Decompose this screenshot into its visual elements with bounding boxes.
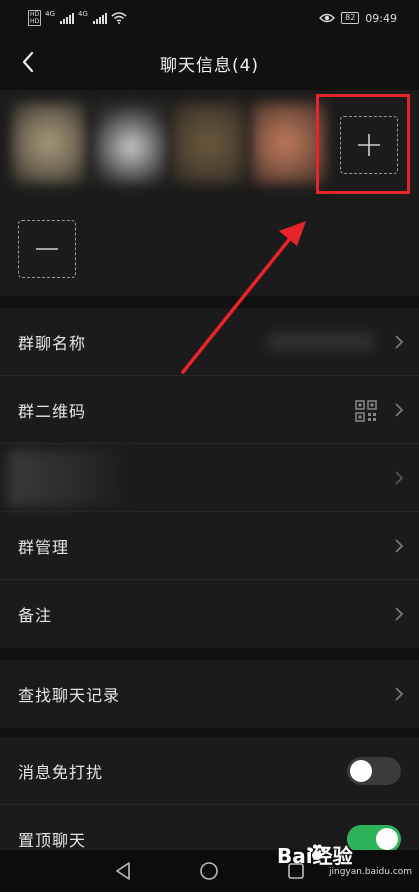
nav-bar: 聊天信息(4): [0, 36, 419, 90]
group-management-row[interactable]: 群管理: [0, 512, 419, 580]
settings-group-1: 群聊名称 群二维码 群管理 备注: [0, 308, 419, 648]
chevron-right-icon: [395, 687, 404, 701]
group-qr-code-row[interactable]: 群二维码: [0, 376, 419, 444]
chevron-right-icon: [395, 607, 404, 621]
chevron-right-icon: [395, 470, 404, 485]
member-avatar-4[interactable]: [252, 102, 326, 184]
hd-badge: HD HD: [28, 10, 42, 26]
page-title: 聊天信息(4): [159, 55, 260, 76]
remark-row[interactable]: 备注: [0, 580, 419, 648]
watermark-url: jingyan.baidu.com: [329, 867, 413, 877]
nav-home-icon: [200, 862, 219, 880]
paw-logo-icon: [309, 844, 326, 860]
eye-icon: [319, 13, 336, 23]
nav-back-button[interactable]: [112, 860, 134, 882]
group-name-value-blurred: [266, 332, 376, 352]
member-avatar-2[interactable]: [94, 102, 168, 184]
battery-indicator: 82: [341, 12, 360, 24]
baidu-jingyan-watermark: Bai经验 jingyan.baidu.com: [277, 838, 413, 888]
network-type-2: 4G: [78, 10, 88, 18]
network-type-1: 4G: [45, 10, 56, 18]
remove-member-button[interactable]: [18, 220, 76, 278]
nav-back-icon: [116, 862, 130, 880]
group-name-label: 群聊名称: [18, 333, 87, 353]
hd-top-label: HD: [30, 11, 40, 18]
signal-bars-1-icon: [60, 12, 75, 24]
status-right: 82 09:49: [319, 12, 397, 25]
mute-notifications-label: 消息免打扰: [18, 762, 104, 782]
search-chat-history-row[interactable]: 查找聊天记录: [0, 660, 419, 728]
mute-notifications-toggle[interactable]: [347, 756, 401, 785]
group-name-row[interactable]: 群聊名称: [0, 308, 419, 376]
chevron-right-icon: [395, 334, 404, 349]
blurred-content: [8, 450, 128, 506]
blurred-row[interactable]: [0, 444, 419, 512]
wifi-icon: [111, 12, 127, 24]
qr-code-icon: [355, 400, 377, 422]
remark-label: 备注: [18, 606, 53, 625]
search-chat-history-label: 查找聊天记录: [18, 686, 121, 705]
status-bar: HD HD 4G 4G 82 09:49: [0, 0, 419, 36]
minus-icon: [36, 248, 58, 250]
chevron-right-icon: [395, 402, 404, 417]
back-arrow-icon: [22, 51, 34, 73]
nav-home-button[interactable]: [198, 860, 220, 882]
settings-group-2: 查找聊天记录: [0, 660, 419, 728]
group-qr-code-label: 群二维码: [18, 401, 87, 421]
back-button[interactable]: [10, 44, 46, 80]
mute-notifications-row[interactable]: 消息免打扰: [0, 737, 419, 805]
members-panel: [0, 90, 419, 296]
member-avatar-3[interactable]: [172, 102, 246, 184]
highlight-annotation-box: [316, 94, 410, 194]
pin-chat-label: 置顶聊天: [18, 831, 87, 850]
group-management-label: 群管理: [18, 537, 70, 557]
signal-bars-2-icon: [92, 12, 107, 24]
clock: 09:49: [365, 11, 397, 25]
signal-indicators: HD HD 4G 4G: [28, 10, 127, 26]
member-avatar-1[interactable]: [12, 102, 86, 184]
chevron-right-icon: [395, 538, 404, 553]
toggle-knob: [350, 759, 372, 782]
hd-bottom-label: HD: [30, 18, 40, 25]
watermark-brand: Bai经验: [277, 840, 353, 869]
